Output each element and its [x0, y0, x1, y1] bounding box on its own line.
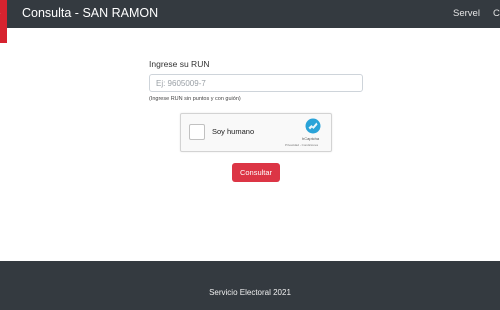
footer: Servicio Electoral 2021: [0, 261, 500, 310]
captcha-label: Soy humano: [212, 127, 255, 136]
captcha-links[interactable]: Privacidad - Condiciones: [285, 143, 318, 147]
logo-text: R: [0, 6, 1, 16]
captcha-checkbox[interactable]: [189, 124, 205, 140]
page-title[interactable]: Consulta - SAN RAMON: [22, 6, 158, 20]
run-input[interactable]: [149, 74, 363, 92]
footer-text: Servicio Electoral 2021: [209, 288, 291, 297]
top-navbar: Consulta - SAN RAMON Servel C: [0, 0, 500, 28]
run-label: Ingrese su RUN: [149, 59, 210, 69]
nav-link-servel[interactable]: Servel: [453, 8, 480, 19]
consultar-button[interactable]: Consultar: [232, 163, 280, 182]
nav-link-more[interactable]: C: [493, 8, 500, 19]
hcaptcha-logo-icon: [305, 118, 321, 134]
run-hint: (Ingrese RUN sin puntos y con guión): [149, 96, 241, 102]
captcha-widget: Soy humano hCaptcha Privacidad - Condici…: [180, 113, 332, 152]
captcha-brand: hCaptcha: [302, 136, 320, 141]
servel-logo: R: [0, 0, 7, 43]
